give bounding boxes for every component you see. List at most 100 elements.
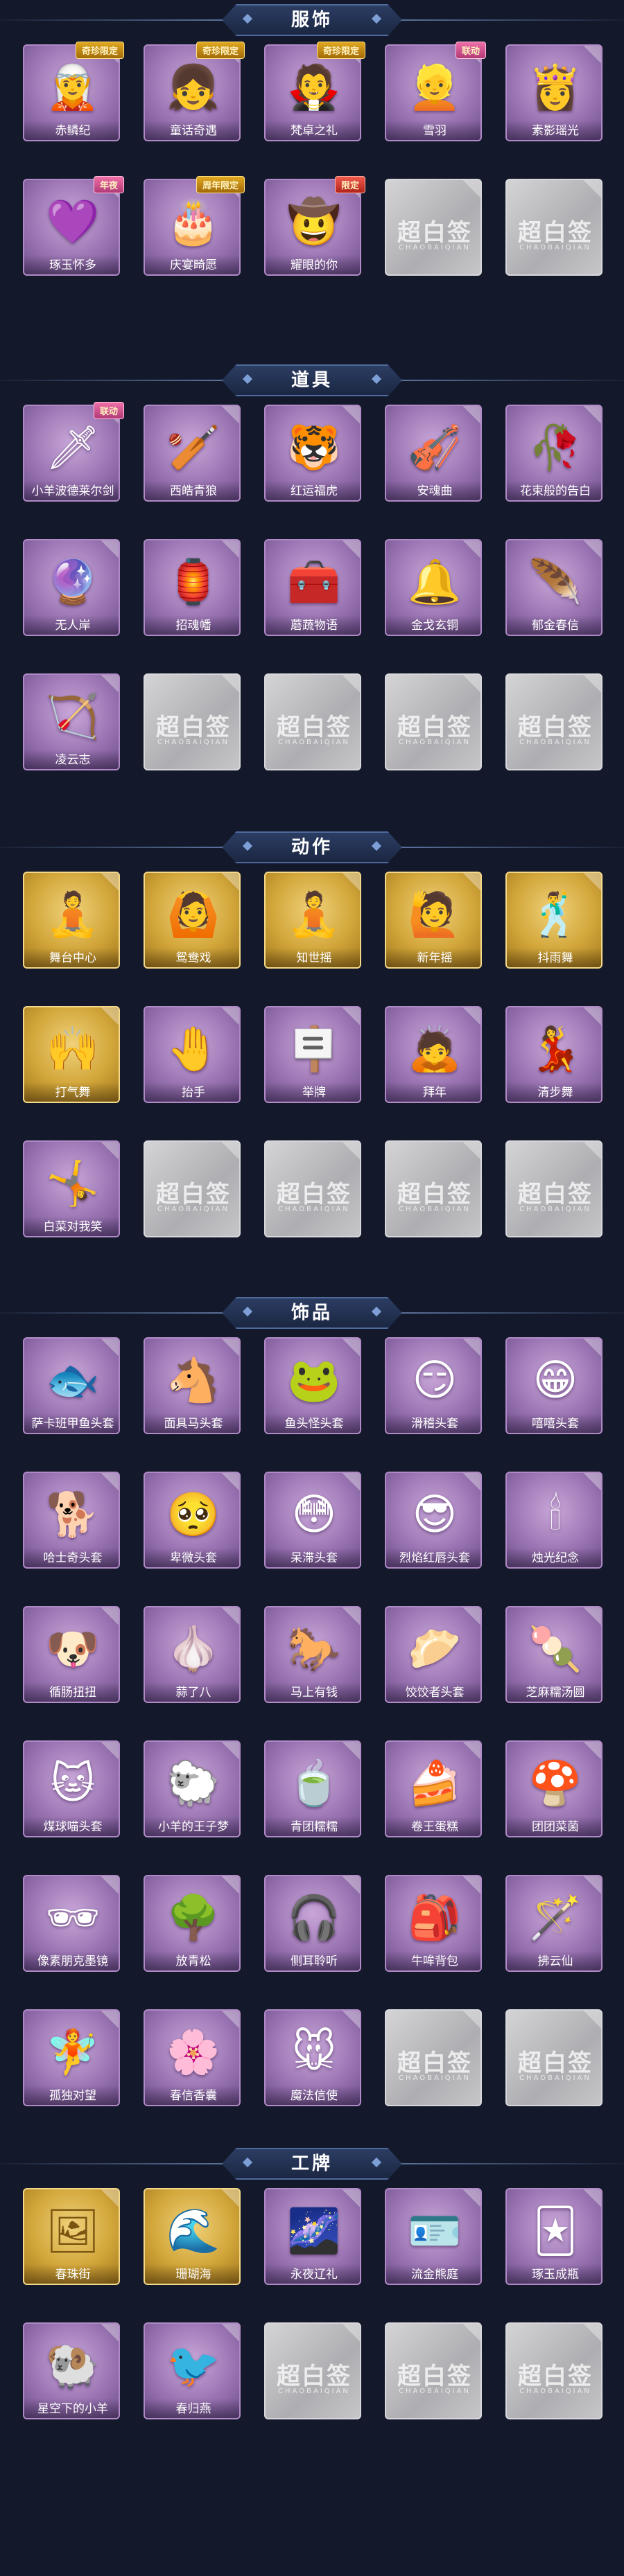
item-card[interactable]: 🙇 拜年 xyxy=(385,1006,482,1103)
item-card[interactable]: 🐎 马上有钱 xyxy=(264,1606,361,1703)
item-card[interactable]: 🤚 抬手 xyxy=(144,1006,241,1103)
item-label: 招魂幡 xyxy=(145,615,239,635)
item-card[interactable]: 🌸 春信香囊 xyxy=(144,2009,241,2106)
item-card[interactable]: 🧚 孤独对望 xyxy=(23,2009,120,2106)
item-art-icon: 🎧 xyxy=(287,1892,341,1943)
item-card[interactable]: 🙋 新年摇 xyxy=(385,872,482,969)
empty-slot: 超白签 CHAOBAIQIAN xyxy=(505,2322,603,2419)
item-card[interactable]: 🪄 拂云仙 xyxy=(505,1875,603,1972)
item-card[interactable]: 🧘 舞台中心 xyxy=(23,872,120,969)
item-card[interactable]: 🍰 卷王蛋糕 xyxy=(385,1740,482,1837)
item-card[interactable]: 🥟 饺饺者头套 xyxy=(385,1606,482,1703)
item-label: 萨卡班甲鱼头套 xyxy=(24,1413,119,1433)
item-card[interactable]: 🤸 白菜对我笑 xyxy=(23,1140,120,1237)
item-label: 哈士奇头套 xyxy=(24,1548,119,1567)
item-card[interactable]: 😎 烈焰红唇头套 xyxy=(385,1472,482,1569)
item-tile: 🏹 凌云志 xyxy=(23,673,120,770)
item-tile: 超白签 CHAOBAIQIAN xyxy=(385,673,482,770)
item-card[interactable]: 🌊 珊瑚海 xyxy=(144,2188,241,2285)
item-card[interactable]: 🐴 面具马头套 xyxy=(144,1337,241,1434)
item-tile: 🔮 无人岸 xyxy=(23,539,120,636)
watermark-subtext: CHAOBAIQIAN xyxy=(399,1206,471,1213)
item-art-icon: 🎻 xyxy=(408,422,462,473)
item-card[interactable]: 🐯 红运福虎 xyxy=(264,405,361,502)
item-card[interactable]: 🧰 蘑蔬物语 xyxy=(264,539,361,636)
item-tile: 🤠 耀眼的你 xyxy=(264,179,361,276)
item-card[interactable]: 😏 滑稽头套 xyxy=(385,1337,482,1434)
item-card[interactable]: 🕶 像素朋克墨镜 xyxy=(23,1875,120,1972)
item-art-icon: 🌌 xyxy=(287,2205,341,2256)
item-card[interactable]: 🍄 团团菜菌 xyxy=(505,1740,603,1837)
item-card[interactable]: 🏏 西皓青狼 xyxy=(144,405,241,502)
item-card[interactable]: 🎂 庆宴畸愿 周年限定 xyxy=(144,176,245,276)
item-label: 无人岸 xyxy=(24,615,119,635)
item-card[interactable]: 🐦 春归燕 xyxy=(144,2322,241,2419)
item-card[interactable]: 🧝 赤鳞纪 奇珍限定 xyxy=(23,42,124,141)
item-card[interactable]: 🔔 金戈玄铜 xyxy=(385,539,482,636)
item-grid: 🐟 萨卡班甲鱼头套 🐴 面具马头套 🐸 鱼头怪头套 😏 滑稽头套 😁 嘻嘻头套 🐕 哈士奇头套 🥺 卑微头… xyxy=(23,1337,603,2106)
item-card[interactable]: 🌌 永夜辽礼 xyxy=(264,2188,361,2285)
item-card[interactable]: 🧄 蒜了八 xyxy=(144,1606,241,1703)
item-card[interactable]: 💜 琢玉怀多 年夜 xyxy=(23,176,124,276)
item-card[interactable]: 🪪 流金熊庭 xyxy=(385,2188,482,2285)
item-card[interactable]: 🐶 循肠扭扭 xyxy=(23,1606,120,1703)
item-art-icon: 🕶 xyxy=(45,1892,101,1943)
item-card[interactable]: 🪶 郁金春信 xyxy=(505,539,603,636)
item-label: 蒜了八 xyxy=(145,1682,239,1702)
item-card[interactable]: 🕺 抖雨舞 xyxy=(505,872,603,969)
item-label: 卷王蛋糕 xyxy=(386,1817,480,1836)
item-tile: 🥟 饺饺者头套 xyxy=(385,1606,482,1703)
item-tile: 超白签 CHAOBAIQIAN xyxy=(505,673,603,770)
item-card[interactable]: 🙆 鸳鸯戏 xyxy=(144,872,241,969)
limited-badge: 奇珍限定 xyxy=(196,42,245,59)
item-card[interactable]: 👸 素影瑶光 xyxy=(505,44,603,141)
item-card[interactable]: 🔮 无人岸 xyxy=(23,539,120,636)
item-card[interactable]: 🧘 知世摇 xyxy=(264,872,361,969)
item-card[interactable]: 🍵 青团糯糯 xyxy=(264,1740,361,1837)
watermark-text: 超白签 xyxy=(518,2049,593,2077)
item-card[interactable]: 👱 雪羽 联动 xyxy=(385,42,486,141)
item-card[interactable]: 🎧 侧耳聆听 xyxy=(264,1875,361,1972)
item-card[interactable]: 😁 嘻嘻头套 xyxy=(505,1337,603,1434)
item-art-icon: 🙋 xyxy=(408,889,462,939)
item-card[interactable]: 🎒 牛哞背包 xyxy=(385,1875,482,1972)
item-tile: 🙋 新年摇 xyxy=(385,872,482,969)
item-art-icon: 🍰 xyxy=(408,1758,462,1808)
item-card[interactable]: 😳 呆滞头套 xyxy=(264,1472,361,1569)
section-header: 饰品 xyxy=(0,1293,624,1333)
section-header: 动作 xyxy=(0,827,624,867)
item-card[interactable]: 🥺 卑微头套 xyxy=(144,1472,241,1569)
item-card[interactable]: 🏮 招魂幡 xyxy=(144,539,241,636)
item-card[interactable]: 🤠 耀眼的你 限定 xyxy=(264,176,365,276)
item-card[interactable]: 🃏 琢玉成瓶 xyxy=(505,2188,603,2285)
empty-slot: 超白签 CHAOBAIQIAN xyxy=(385,2009,482,2106)
item-tile: 👧 童话奇遇 xyxy=(144,44,241,141)
corner-fold-decoration xyxy=(583,2011,601,2029)
item-card[interactable]: 🐑 小羊的王子梦 xyxy=(144,1740,241,1837)
watermark-subtext: CHAOBAIQIAN xyxy=(399,739,471,746)
item-card[interactable]: 🐭 魔法信使 xyxy=(264,2009,361,2106)
item-tile: 🧚 孤独对望 xyxy=(23,2009,120,2106)
item-card[interactable]: 🗡 小羊波德莱尔剑 联动 xyxy=(23,402,124,502)
item-card[interactable]: 🙌 打气舞 xyxy=(23,1006,120,1103)
item-card[interactable]: 👧 童话奇遇 奇珍限定 xyxy=(144,42,245,141)
item-card[interactable]: 🐸 鱼头怪头套 xyxy=(264,1337,361,1434)
item-card[interactable]: 🐕 哈士奇头套 xyxy=(23,1472,120,1569)
item-card[interactable]: 🐱 煤球喵头套 xyxy=(23,1740,120,1837)
section-title: 动作 xyxy=(291,837,333,858)
item-card[interactable]: 🪧 举牌 xyxy=(264,1006,361,1103)
item-card[interactable]: 🐏 星空下的小羊 xyxy=(23,2322,120,2419)
watermark-subtext: CHAOBAIQIAN xyxy=(519,1206,591,1213)
item-card[interactable]: 🍡 芝麻糯汤圆 xyxy=(505,1606,603,1703)
item-card[interactable]: 🖼 春珠街 xyxy=(23,2188,120,2285)
item-card[interactable]: 🥀 花束般的告白 xyxy=(505,405,603,502)
item-card[interactable]: 🐟 萨卡班甲鱼头套 xyxy=(23,1337,120,1434)
item-card[interactable]: 🧛 梵卓之礼 奇珍限定 xyxy=(264,42,365,141)
item-card[interactable]: 🕯 烛光纪念 xyxy=(505,1472,603,1569)
item-card[interactable]: 🏹 凌云志 xyxy=(23,673,120,770)
item-tile: 🌌 永夜辽礼 xyxy=(264,2188,361,2285)
header-line-right xyxy=(402,1312,624,1314)
item-card[interactable]: 🌳 放青松 xyxy=(144,1875,241,1972)
item-card[interactable]: 🎻 安魂曲 xyxy=(385,405,482,502)
item-card[interactable]: 💃 清步舞 xyxy=(505,1006,603,1103)
